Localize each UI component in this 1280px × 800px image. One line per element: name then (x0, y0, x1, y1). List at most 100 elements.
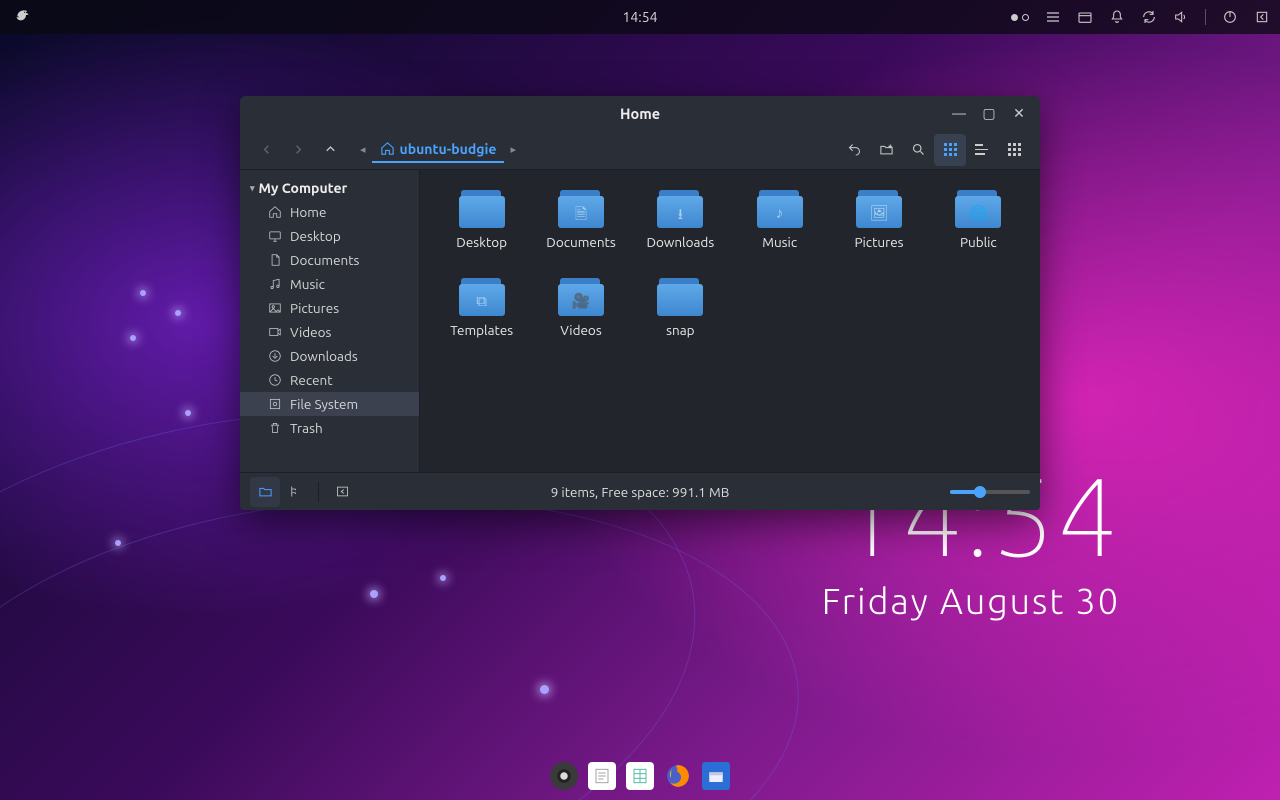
maximize-button[interactable]: ▢ (974, 98, 1004, 128)
sidebar-item-label: Pictures (290, 300, 339, 316)
dock (542, 758, 738, 794)
recent-icon (268, 373, 282, 387)
folder-icon (657, 278, 703, 316)
home-icon (380, 141, 395, 156)
pathbar: ◂ ubuntu-budgie ▸ (354, 137, 522, 163)
nav-forward-button[interactable] (282, 134, 314, 166)
file-manager-window: Home — ▢ ✕ ◂ ubuntu-budgie ▸ ▾ (240, 96, 1040, 510)
folder-label: Music (762, 234, 797, 250)
pictures-icon (268, 301, 282, 315)
folder-pictures[interactable]: 🖼Pictures (831, 186, 926, 254)
show-places-button[interactable] (250, 477, 280, 507)
notifications-icon[interactable] (1109, 9, 1125, 25)
files-tray-icon[interactable] (1077, 9, 1093, 25)
folder-videos[interactable]: 🎥 Videos (533, 274, 628, 342)
system-tray (1011, 9, 1270, 25)
folder-icon: 🎥 (558, 278, 604, 316)
dock-app-settings[interactable] (550, 762, 578, 790)
sidebar-item-label: File System (290, 396, 358, 412)
document-icon (268, 253, 282, 267)
nav-up-button[interactable] (314, 134, 346, 166)
dock-app-spreadsheet[interactable] (626, 762, 654, 790)
new-folder-button[interactable] (870, 134, 902, 166)
folder-downloads[interactable]: ⭳ Downloads (633, 186, 728, 254)
path-segment-home[interactable]: ubuntu-budgie (372, 137, 505, 163)
path-segment-label: ubuntu-budgie (400, 141, 497, 157)
path-prev-icon[interactable]: ◂ (354, 143, 372, 156)
sidebar-item-pictures[interactable]: Pictures (240, 296, 419, 320)
search-button[interactable] (902, 134, 934, 166)
sidebar-item-label: Home (290, 204, 326, 220)
folder-desktop[interactable]: Desktop (434, 186, 529, 254)
sidebar-item-label: Videos (290, 324, 331, 340)
folder-public[interactable]: 🌐 Public (931, 186, 1026, 254)
folder-label: Downloads (646, 234, 714, 250)
folder-documents[interactable]: 🗎 Documents (533, 186, 628, 254)
home-icon (268, 205, 282, 219)
window-title: Home (620, 105, 660, 122)
zoom-slider[interactable] (950, 490, 1030, 494)
folder-icon: 🗎 (558, 190, 604, 228)
sidebar-item-file-system[interactable]: File System (240, 392, 419, 416)
sidebar-item-trash[interactable]: Trash (240, 416, 419, 440)
sidebar-item-documents[interactable]: Documents (240, 248, 419, 272)
toolbar: ◂ ubuntu-budgie ▸ (240, 130, 1040, 170)
top-panel: 14:54 (0, 0, 1280, 34)
close-button[interactable]: ✕ (1004, 98, 1034, 128)
sidebar-item-home[interactable]: Home (240, 200, 419, 224)
sidebar-item-label: Music (290, 276, 325, 292)
path-next-icon[interactable]: ▸ (504, 143, 522, 156)
workspace-indicator[interactable] (1011, 14, 1029, 21)
view-icons-button[interactable] (934, 134, 966, 166)
collapse-icon: ▾ (250, 183, 255, 194)
content-area[interactable]: Desktop 🗎 Documents ⭳ Downloads ♪ Music 🖼Pictur… (420, 170, 1040, 472)
folder-music[interactable]: ♪ Music (732, 186, 827, 254)
sidebar-item-downloads[interactable]: Downloads (240, 344, 419, 368)
sidebar-header-label: My Computer (259, 180, 348, 196)
folder-icon: ♪ (757, 190, 803, 228)
folder-label: snap (666, 322, 694, 338)
view-list-button[interactable] (966, 134, 998, 166)
budgie-menu-button[interactable] (10, 7, 30, 27)
sidebar-header[interactable]: ▾ My Computer (240, 176, 419, 200)
minimize-button[interactable]: — (944, 98, 974, 128)
dock-app-firefox[interactable] (664, 762, 692, 790)
folder-label: Templates (450, 322, 513, 338)
folder-label: Public (960, 234, 997, 250)
filesystem-icon (268, 397, 282, 411)
downloads-icon (268, 349, 282, 363)
sync-icon[interactable] (1141, 9, 1157, 25)
sidebar-item-music[interactable]: Music (240, 272, 419, 296)
panel-clock[interactable]: 14:54 (622, 9, 657, 25)
volume-icon[interactable] (1173, 9, 1189, 25)
folder-label: Pictures (854, 234, 903, 250)
videos-icon (268, 325, 282, 339)
show-tree-button[interactable] (280, 477, 310, 507)
folder-icon: ⭳ (657, 190, 703, 228)
folder-templates[interactable]: ⧉ Templates (434, 274, 529, 342)
folder-snap[interactable]: snap (633, 274, 728, 342)
folder-label: Documents (546, 234, 615, 250)
statusbar: 9 items, Free space: 991.1 MB (240, 472, 1040, 510)
menu-icon[interactable] (1045, 9, 1061, 25)
raven-toggle-icon[interactable] (1254, 9, 1270, 25)
folder-icon: ⧉ (459, 278, 505, 316)
nav-back-button[interactable] (250, 134, 282, 166)
power-icon[interactable] (1222, 9, 1238, 25)
sidebar-item-videos[interactable]: Videos (240, 320, 419, 344)
sidebar-item-label: Recent (290, 372, 333, 388)
dock-app-text-editor[interactable] (588, 762, 616, 790)
view-compact-button[interactable] (998, 134, 1030, 166)
sidebar-item-label: Trash (290, 420, 323, 436)
budgie-logo-icon (14, 7, 30, 23)
toggle-terminal-button[interactable] (327, 477, 357, 507)
sidebar-item-desktop[interactable]: Desktop (240, 224, 419, 248)
trash-icon (268, 421, 282, 435)
dock-app-files[interactable] (702, 762, 730, 790)
titlebar[interactable]: Home — ▢ ✕ (240, 96, 1040, 130)
sidebar-item-recent[interactable]: Recent (240, 368, 419, 392)
undo-button[interactable] (838, 134, 870, 166)
folder-label: Videos (560, 322, 601, 338)
folder-icon: 🌐 (955, 190, 1001, 228)
desktop-date: Friday August 30 (822, 580, 1120, 621)
